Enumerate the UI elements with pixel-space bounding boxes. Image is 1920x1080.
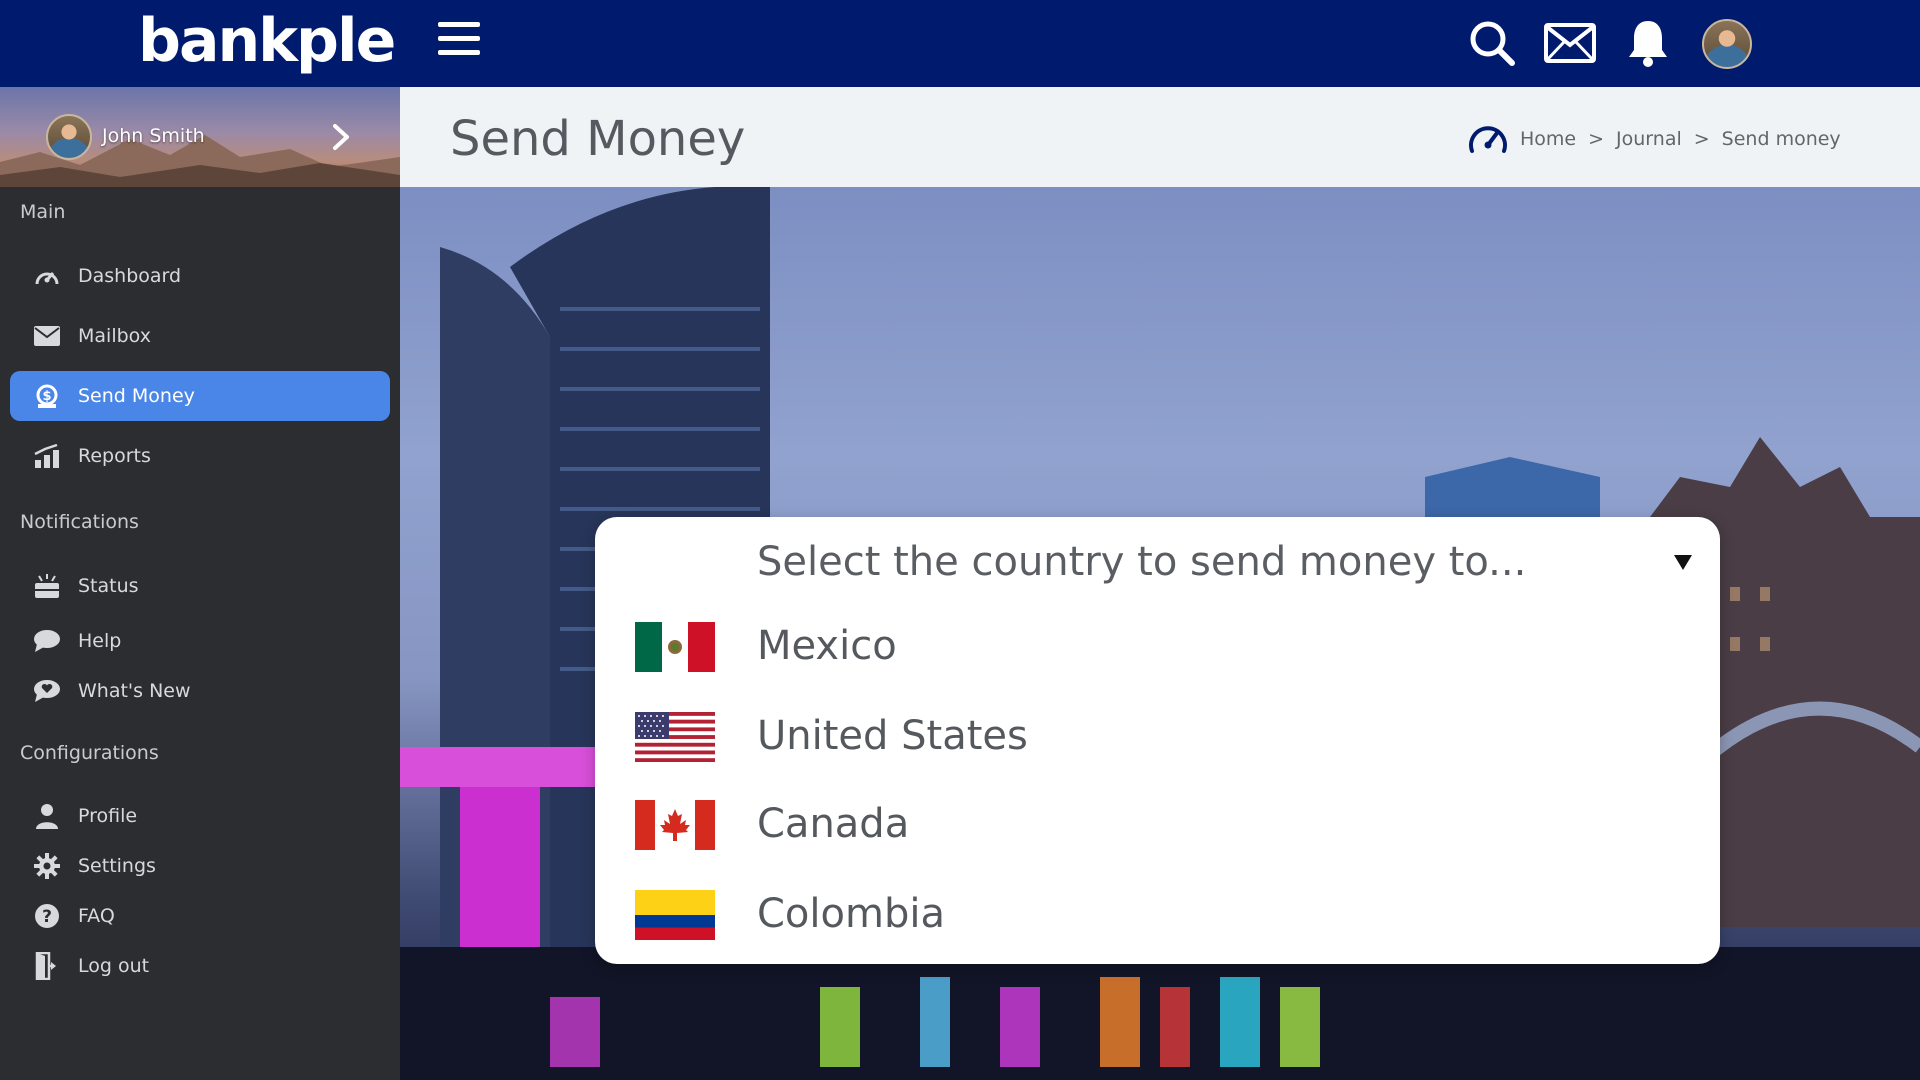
- sidebar: John Smith Main Dashboard Mailbox $ Send…: [0, 87, 400, 1080]
- canada-flag: [635, 800, 715, 850]
- bell-icon[interactable]: [1621, 16, 1675, 70]
- sidebar-item-label: Profile: [78, 805, 138, 827]
- bankple-logo[interactable]: bankple: [138, 6, 396, 76]
- country-name: United States: [757, 713, 1028, 759]
- page-title: Send Money: [450, 111, 746, 167]
- sidebar-item-reports[interactable]: Reports: [10, 431, 390, 481]
- status-icon: [32, 571, 62, 601]
- country-option-united-states[interactable]: United States: [595, 697, 1720, 777]
- section-label-configurations: Configurations: [20, 742, 159, 764]
- mail-icon: [32, 321, 62, 351]
- page-header: Send Money Home > Journal > Send money: [400, 87, 1920, 187]
- sidebar-item-dashboard[interactable]: Dashboard: [10, 251, 390, 301]
- avatar[interactable]: [1702, 19, 1752, 69]
- breadcrumb-current: Send money: [1721, 128, 1841, 150]
- user-name: John Smith: [102, 125, 205, 147]
- country-name: Canada: [757, 801, 910, 847]
- caret-down-icon[interactable]: [1673, 553, 1693, 571]
- breadcrumb-home[interactable]: Home: [1520, 128, 1576, 150]
- sidebar-item-label: Log out: [78, 955, 150, 977]
- country-select-placeholder[interactable]: Select the country to send money to...: [757, 539, 1526, 585]
- breadcrumb-journal[interactable]: Journal: [1616, 128, 1682, 150]
- sidebar-item-help[interactable]: Help: [10, 616, 390, 666]
- sidebar-item-label: Settings: [78, 855, 156, 877]
- country-option-colombia[interactable]: Colombia: [595, 875, 1720, 955]
- bar-chart-icon: [32, 441, 62, 471]
- sidebar-item-label: Help: [78, 630, 122, 652]
- section-label-notifications: Notifications: [20, 511, 139, 533]
- breadcrumb: Home > Journal > Send money: [1466, 121, 1841, 157]
- country-option-canada[interactable]: Canada: [595, 785, 1720, 865]
- country-option-mexico[interactable]: Mexico: [595, 607, 1720, 687]
- chevron-right-icon[interactable]: [330, 123, 352, 151]
- sidebar-item-label: Send Money: [78, 385, 195, 407]
- sidebar-item-profile[interactable]: Profile: [10, 791, 390, 841]
- sidebar-item-label: FAQ: [78, 905, 115, 927]
- country-name: Colombia: [757, 891, 945, 937]
- sidebar-item-label: Mailbox: [78, 325, 151, 347]
- svg-text:$: $: [42, 389, 51, 404]
- user-icon: [32, 801, 62, 831]
- breadcrumb-separator: >: [1588, 128, 1605, 150]
- dashboard-icon: [32, 261, 62, 291]
- send-money-icon: $: [32, 381, 62, 411]
- user-avatar: [46, 114, 92, 160]
- colombia-flag: [635, 890, 715, 940]
- mail-icon[interactable]: [1543, 16, 1597, 70]
- country-name: Mexico: [757, 623, 897, 669]
- search-icon[interactable]: [1465, 16, 1519, 70]
- sidebar-item-logout[interactable]: Log out: [10, 941, 390, 991]
- sidebar-item-faq[interactable]: ? FAQ: [10, 891, 390, 941]
- usa-flag: [635, 712, 715, 762]
- menu-icon[interactable]: [438, 22, 480, 64]
- sidebar-item-status[interactable]: Status: [10, 561, 390, 611]
- breadcrumb-separator: >: [1693, 128, 1710, 150]
- section-label-main: Main: [20, 201, 66, 223]
- chat-bubble-icon: [32, 626, 62, 656]
- country-select-dropdown[interactable]: Select the country to send money to... M…: [595, 517, 1720, 964]
- sidebar-item-settings[interactable]: Settings: [10, 841, 390, 891]
- sidebar-item-label: Dashboard: [78, 265, 182, 287]
- gear-icon: [32, 851, 62, 881]
- user-card[interactable]: John Smith: [0, 87, 400, 187]
- sidebar-item-whats-new[interactable]: What's New: [10, 666, 390, 716]
- sidebar-item-mailbox[interactable]: Mailbox: [10, 311, 390, 361]
- chat-heart-icon: [32, 676, 62, 706]
- svg-text:?: ?: [42, 907, 52, 927]
- sidebar-item-send-money[interactable]: $ Send Money: [10, 371, 390, 421]
- sidebar-item-label: Status: [78, 575, 139, 597]
- question-circle-icon: ?: [32, 901, 62, 931]
- mexico-flag: [635, 622, 715, 672]
- sidebar-item-label: What's New: [78, 680, 191, 702]
- logout-door-icon: [32, 951, 62, 981]
- sidebar-item-label: Reports: [78, 445, 151, 467]
- speedometer-icon: [1466, 121, 1510, 157]
- top-navbar: bankple: [0, 0, 1920, 87]
